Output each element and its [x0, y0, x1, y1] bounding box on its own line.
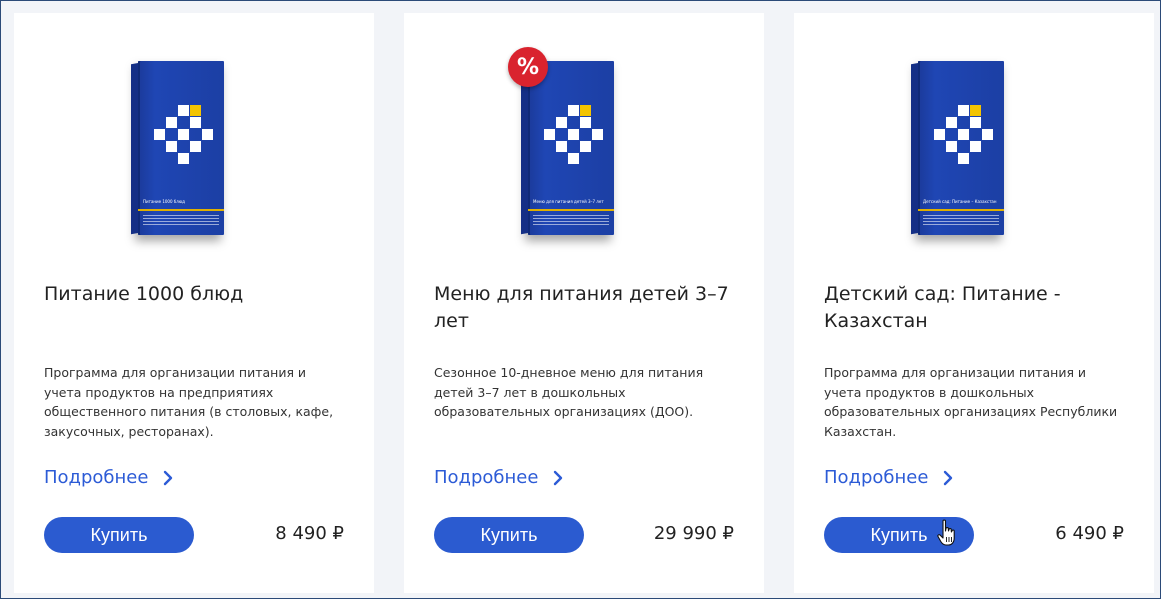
chevron-right-icon: [944, 470, 953, 485]
price: 8 490 ₽: [275, 523, 344, 544]
box-title: Детский сад: Питание – Казахстан: [923, 199, 997, 204]
product-description: Сезонное 10-дневное меню для питания дет…: [434, 365, 704, 419]
more-link-label: Подробнее: [434, 467, 539, 488]
logo-pattern: [544, 105, 603, 169]
price: 29 990 ₽: [653, 523, 734, 544]
more-link-label: Подробнее: [824, 467, 929, 488]
box-title: Питание 1000 блюд: [143, 199, 185, 204]
product-card-3: Детский сад: Питание – Казахстан Детский…: [794, 13, 1154, 593]
product-description: Программа для организации питания и учет…: [44, 365, 334, 439]
sale-badge: %: [508, 47, 548, 87]
product-box-image[interactable]: Детский сад: Питание – Казахстан: [918, 61, 1004, 235]
box-title: Меню для питания детей 3–7 лет: [533, 199, 604, 204]
product-name[interactable]: Питание 1000 блюд: [44, 281, 344, 308]
hand-pointer-icon: [937, 519, 955, 546]
product-box-image[interactable]: Питание 1000 блюд: [138, 61, 224, 235]
product-card-2: % Меню для питания детей 3–7 лет Меню дл…: [404, 13, 764, 593]
logo-pattern: [154, 105, 213, 169]
more-link[interactable]: Подробнее: [824, 467, 954, 488]
product-box-image[interactable]: Меню для питания детей 3–7 лет: [528, 61, 614, 235]
more-link-label: Подробнее: [44, 467, 149, 488]
buy-button[interactable]: Купить: [434, 517, 584, 553]
product-description: Программа для организации питания и учет…: [824, 365, 1118, 439]
more-link[interactable]: Подробнее: [44, 467, 174, 488]
logo-pattern: [934, 105, 993, 169]
chevron-right-icon: [164, 470, 173, 485]
product-name[interactable]: Меню для питания детей 3–7 лет: [434, 281, 734, 335]
chevron-right-icon: [554, 470, 563, 485]
product-card-1: Питание 1000 блюд Питание 1000 блюд Прог…: [14, 13, 374, 593]
price: 6 490 ₽: [1055, 523, 1124, 544]
more-link[interactable]: Подробнее: [434, 467, 564, 488]
product-name[interactable]: Детский сад: Питание - Казахстан: [824, 281, 1124, 335]
buy-button[interactable]: Купить: [44, 517, 194, 553]
